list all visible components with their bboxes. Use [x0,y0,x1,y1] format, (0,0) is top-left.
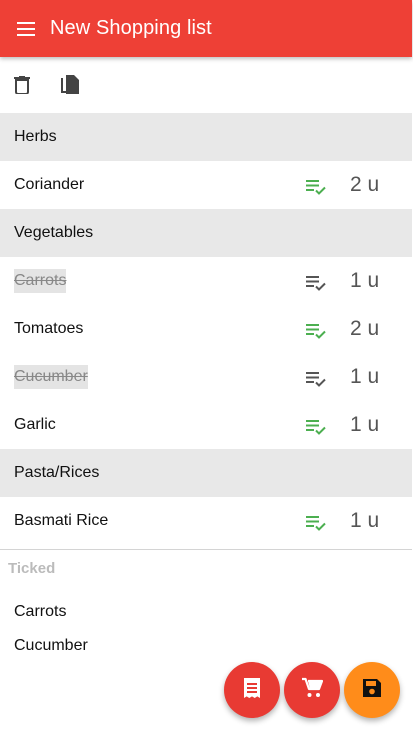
category-header: Pasta/Rices [0,449,412,497]
list-item[interactable]: Coriander 2 u [0,161,412,209]
note-check-icon[interactable] [304,175,328,199]
receipt-icon [243,677,261,703]
note-check-icon[interactable] [304,511,328,535]
menu-icon[interactable] [14,17,38,41]
receipt-button[interactable] [224,662,280,718]
item-quantity[interactable]: 2 u [350,305,379,353]
save-icon [363,678,381,702]
shopping-list: Herbs Coriander 2 u Vegetables Carrots 1 u Tom… [0,113,412,663]
item-quantity[interactable]: 1 u [350,353,379,401]
note-check-icon[interactable] [304,415,328,439]
list-item[interactable]: Basmati Rice 1 u [0,497,412,545]
item-name: Cucumber [14,365,88,389]
item-name: Basmati Rice [14,512,109,529]
cart-button[interactable] [284,662,340,718]
ticked-item[interactable]: Carrots [14,595,412,629]
list-item[interactable]: Tomatoes 2 u [0,305,412,353]
divider [0,549,412,550]
note-check-icon[interactable] [304,271,328,295]
ticked-list: Carrots Cucumber [0,595,412,663]
item-quantity[interactable]: 2 u [350,161,379,209]
item-name: Coriander [14,176,85,193]
save-button[interactable] [344,662,400,718]
cart-icon [301,677,324,704]
category-header: Vegetables [0,209,412,257]
category-header: Herbs [0,113,412,161]
list-item[interactable]: Garlic 1 u [0,401,412,449]
ticked-header: Ticked [8,560,56,577]
list-toolbar [0,57,412,113]
app-bar: New Shopping list [0,0,412,57]
note-check-icon[interactable] [304,319,328,343]
copy-icon[interactable] [58,73,82,97]
page-title: New Shopping list [50,17,212,39]
ticked-item[interactable]: Cucumber [14,629,412,663]
item-quantity[interactable]: 1 u [350,401,379,449]
item-name: Tomatoes [14,320,84,337]
item-quantity[interactable]: 1 u [350,257,379,305]
delete-icon[interactable] [10,73,34,97]
item-quantity[interactable]: 1 u [350,497,379,545]
item-name: Carrots [14,269,67,293]
note-check-icon[interactable] [304,367,328,391]
list-item[interactable]: Cucumber 1 u [0,353,412,401]
list-item[interactable]: Carrots 1 u [0,257,412,305]
item-name: Garlic [14,416,56,433]
